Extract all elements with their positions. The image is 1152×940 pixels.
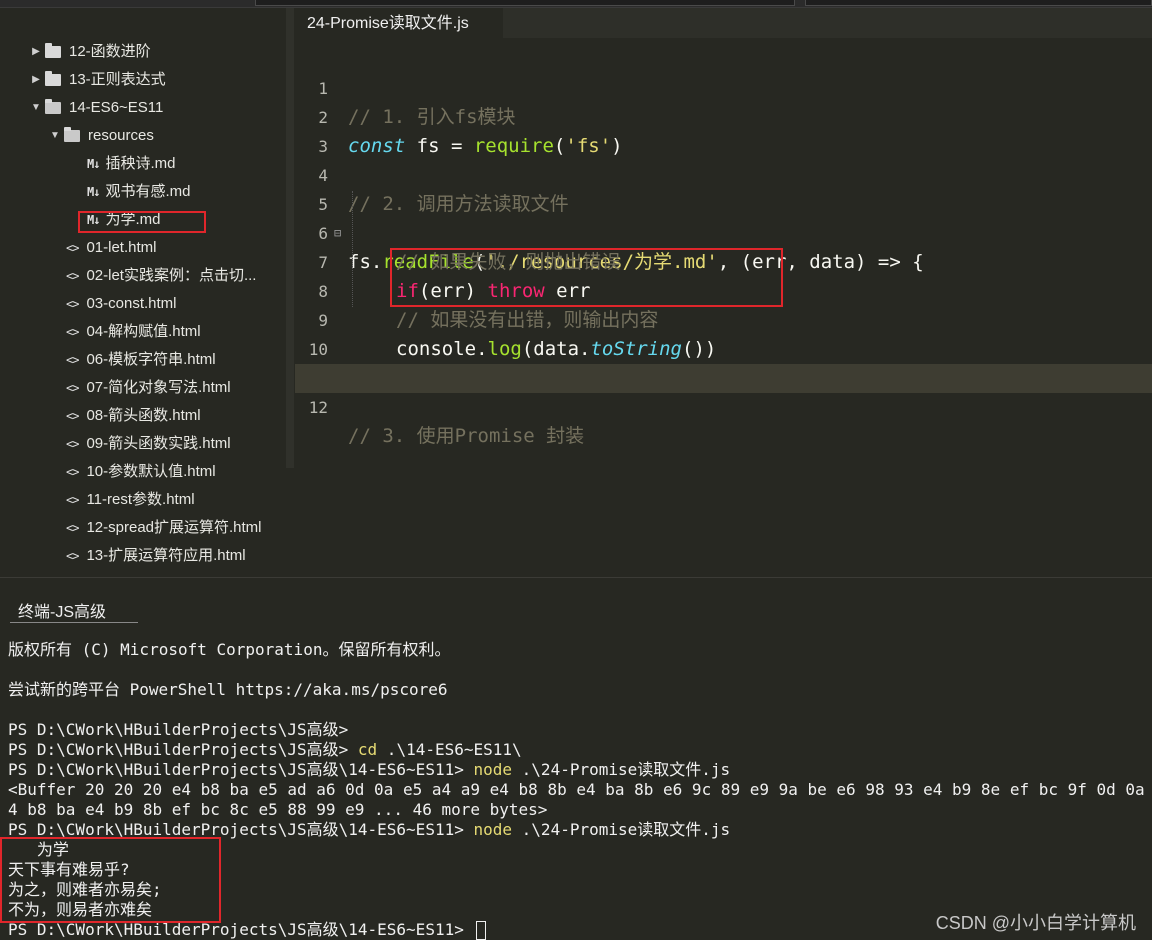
tree-item-label: 插秧诗.md xyxy=(105,155,176,172)
highlight-box xyxy=(390,248,783,307)
tree-item-label: resources xyxy=(88,127,154,144)
code-line[interactable]: 10 }) xyxy=(295,306,1152,389)
highlight-box xyxy=(78,211,206,233)
tree-file-html[interactable]: <> 13-扩展运算符应用.html xyxy=(66,542,246,570)
project-explorer: ▶ 12-函数进阶 ▶ 13-正则表达式 ▼ 14-ES6~ES11 ▼ res… xyxy=(0,8,295,576)
tree-file-md[interactable]: M↓ 观书有感.md xyxy=(87,178,190,206)
tree-file-html[interactable]: <> 03-const.html xyxy=(66,290,177,318)
terminal-prompt-line[interactable]: PS D:\CWork\HBuilderProjects\JS高级\14-ES6… xyxy=(8,920,486,940)
tree-folder-14[interactable]: ▼ 14-ES6~ES11 xyxy=(27,94,163,122)
code-line[interactable]: 1 // 1. 引入fs模块 xyxy=(295,45,1152,128)
code-file-icon: <> xyxy=(66,325,79,339)
tree-item-label: 07-简化对象写法.html xyxy=(86,379,231,396)
code-file-icon: <> xyxy=(66,465,79,479)
terminal-cursor xyxy=(475,921,486,940)
code-file-icon: <> xyxy=(66,493,79,507)
markdown-icon: M↓ xyxy=(87,157,100,171)
tree-folder-13[interactable]: ▶ 13-正则表达式 xyxy=(27,66,166,94)
tree-file-html[interactable]: <> 04-解构赋值.html xyxy=(66,318,201,346)
tree-file-html[interactable]: <> 07-简化对象写法.html xyxy=(66,374,231,402)
tree-folder-resources[interactable]: ▼ resources xyxy=(46,122,154,150)
tree-item-label: 12-spread扩展运算符.html xyxy=(86,519,262,536)
chevron-down-icon[interactable]: ▼ xyxy=(27,94,45,122)
tree-file-html[interactable]: <> 01-let.html xyxy=(66,234,156,262)
folder-open-icon xyxy=(45,99,61,114)
tree-item-label: 观书有感.md xyxy=(105,183,191,200)
window-top-bar xyxy=(0,0,1152,8)
terminal-panel[interactable]: 终端-JS高级 版权所有 (C) Microsoft Corporation。保… xyxy=(0,577,1152,940)
chevron-down-icon[interactable]: ▼ xyxy=(46,122,64,150)
tree-file-html[interactable]: <> 10-参数默认值.html xyxy=(66,458,216,486)
tree-file-html[interactable]: <> 09-箭头函数实践.html xyxy=(66,430,231,458)
tree-item-label: 09-箭头函数实践.html xyxy=(86,435,231,452)
code-file-icon: <> xyxy=(66,409,79,423)
watermark: CSDN @小小白学计算机 xyxy=(935,913,1136,933)
folder-icon xyxy=(45,43,61,58)
tree-file-html[interactable]: <> 08-箭头函数.html xyxy=(66,402,201,430)
code-file-icon: <> xyxy=(66,521,79,535)
chevron-right-icon[interactable]: ▶ xyxy=(27,38,45,66)
folder-icon xyxy=(45,71,61,86)
terminal-tab[interactable]: 终端-JS高级 xyxy=(18,598,106,622)
code-file-icon: <> xyxy=(66,549,79,563)
tree-item-label: 02-let实践案例：点击切... xyxy=(86,267,257,284)
tree-item-label: 13-正则表达式 xyxy=(69,71,166,88)
tree-item-label: 12-函数进阶 xyxy=(69,43,151,60)
editor-tab[interactable]: 24-Promise读取文件.js xyxy=(295,8,503,38)
address-field[interactable] xyxy=(255,0,795,6)
code-file-icon: <> xyxy=(66,269,79,283)
folder-open-icon xyxy=(64,127,80,142)
tab-underline xyxy=(10,622,138,623)
code-line[interactable]: 4 // 2. 调用方法读取文件 xyxy=(295,132,1152,215)
tree-item-label: 06-模板字符串.html xyxy=(86,351,216,368)
sidebar-scrollbar[interactable] xyxy=(286,8,294,468)
tree-folder-12[interactable]: ▶ 12-函数进阶 xyxy=(27,38,151,66)
code-line[interactable]: 2 const fs = require('fs') xyxy=(295,74,1152,157)
line-number: 12 xyxy=(308,398,328,417)
tab-strip xyxy=(503,8,1152,38)
tree-file-html[interactable]: <> 12-spread扩展运算符.html xyxy=(66,514,262,542)
tree-item-label: 10-参数默认值.html xyxy=(86,463,216,480)
tree-item-label: 01-let.html xyxy=(86,239,157,256)
code-editor[interactable]: 24-Promise读取文件.js 1 // 1. 引入fs模块 2 const… xyxy=(295,8,1152,576)
tree-file-html[interactable]: <> 06-模板字符串.html xyxy=(66,346,216,374)
code-line[interactable]: 7 if(err) throw err xyxy=(295,219,1152,302)
tree-item-label: 08-箭头函数.html xyxy=(86,407,201,424)
terminal-output-line: <Buffer 20 20 20 e4 b8 ba e5 ad a6 0d 0a… xyxy=(8,780,1152,799)
tree-item-label: 13-扩展运算符应用.html xyxy=(86,547,246,564)
code-file-icon: <> xyxy=(66,381,79,395)
code-file-icon: <> xyxy=(66,437,79,451)
code-comment: // 3. 使用Promise 封装 xyxy=(348,425,585,447)
code-line[interactable]: 11 xyxy=(295,335,1152,388)
code-file-icon: <> xyxy=(66,297,79,311)
terminal-prompt-line: PS D:\CWork\HBuilderProjects\JS高级> xyxy=(8,720,349,739)
terminal-output-line: 尝试新的跨平台 PowerShell https://aka.ms/pscore… xyxy=(8,680,448,699)
tree-item-label: 04-解构赋值.html xyxy=(86,323,201,340)
indent-guide xyxy=(352,191,353,307)
terminal-prompt-line: PS D:\CWork\HBuilderProjects\JS高级\14-ES6… xyxy=(8,760,731,779)
tree-item-label: 11-rest参数.html xyxy=(86,491,195,508)
terminal-output-line: 4 b8 ba e4 b9 8b ef bc 8c e5 88 99 e9 ..… xyxy=(8,800,548,819)
code-line-active[interactable]: 12 // 3. 使用Promise 封装 xyxy=(295,364,1152,447)
search-field[interactable] xyxy=(805,0,1152,6)
code-file-icon: <> xyxy=(66,353,79,367)
chevron-right-icon[interactable]: ▶ xyxy=(27,66,45,94)
code-line[interactable]: 5 ⊟ fs.readFile('./resources/为学.md', (er… xyxy=(295,161,1152,273)
tree-file-md[interactable]: M↓ 插秧诗.md xyxy=(87,150,175,178)
highlight-box xyxy=(0,837,221,923)
terminal-output-line: 版权所有 (C) Microsoft Corporation。保留所有权利。 xyxy=(8,640,451,659)
tree-item-label: 14-ES6~ES11 xyxy=(69,99,164,116)
code-file-icon: <> xyxy=(66,241,79,255)
code-line[interactable]: 3 xyxy=(295,103,1152,156)
code-line[interactable]: 6 // 如果失败，则抛出错误 xyxy=(295,190,1152,273)
tree-file-html[interactable]: <> 11-rest参数.html xyxy=(66,486,195,514)
tree-item-label: 03-const.html xyxy=(86,295,177,312)
tree-file-html[interactable]: <> 02-let实践案例：点击切... xyxy=(66,262,256,290)
terminal-prompt-line: PS D:\CWork\HBuilderProjects\JS高级> cd .\… xyxy=(8,740,522,759)
markdown-icon: M↓ xyxy=(87,185,100,199)
